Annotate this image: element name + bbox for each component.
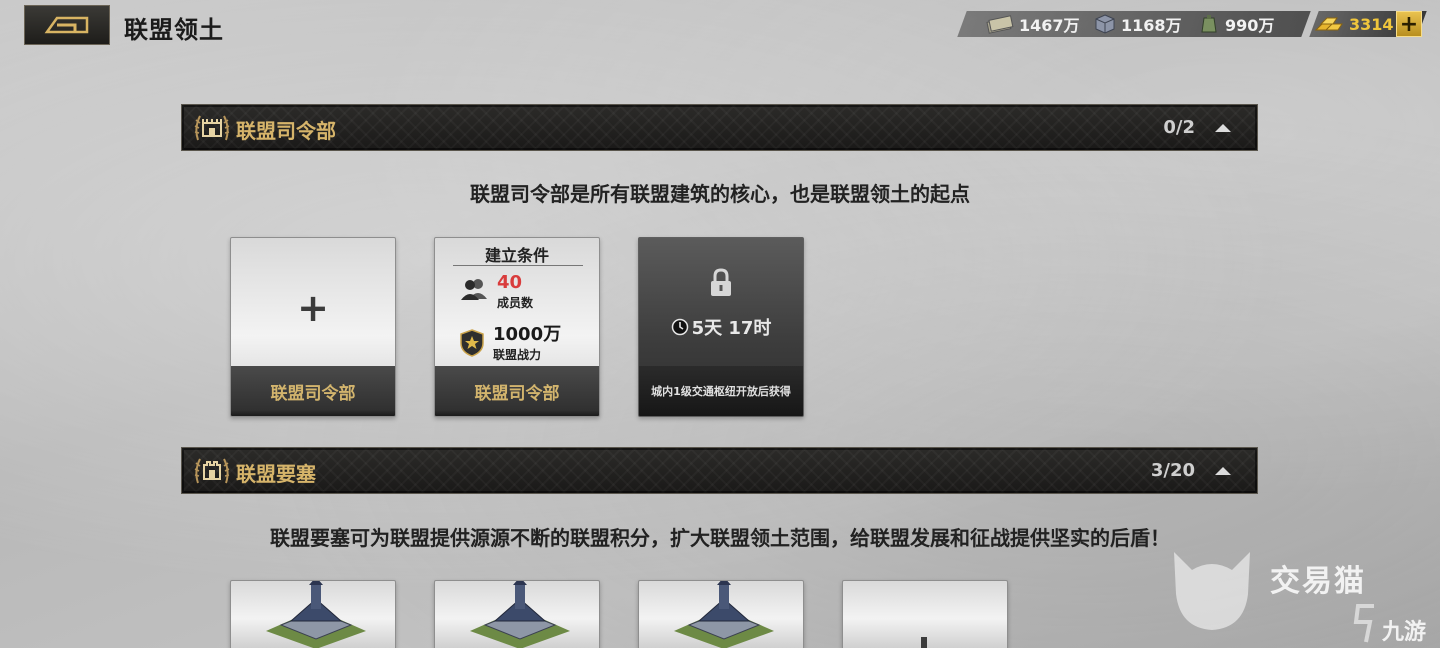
resource-steel[interactable]: 1168万	[1094, 11, 1182, 37]
resource-gold[interactable]: 3314	[1314, 11, 1394, 37]
collapse-arrow-icon[interactable]	[1213, 122, 1233, 134]
hq-emblem-icon	[194, 115, 230, 141]
plus-icon: +	[297, 286, 329, 330]
requirements-heading: 建立条件	[484, 246, 549, 265]
gold-value: 3314	[1349, 14, 1394, 34]
unlock-timer-text: 5天 17时	[691, 318, 772, 339]
hq-locked-card[interactable]: 5天 17时 城内1级交通枢纽开放后获得	[638, 237, 804, 417]
fortress-card[interactable]	[230, 580, 396, 648]
power-requirement: 1000万 联盟战力	[459, 326, 561, 363]
steel-value: 1168万	[1121, 16, 1182, 35]
fortress-emblem-icon	[194, 458, 230, 484]
divider	[453, 265, 583, 266]
fortress-building-icon	[470, 581, 570, 648]
section-title: 联盟司令部	[236, 119, 336, 143]
buy-gold-button[interactable]: +	[1396, 11, 1422, 37]
oil-value: 990万	[1225, 16, 1275, 35]
card-label: 联盟司令部	[435, 366, 599, 416]
hq-requirements-card[interactable]: 建立条件 40 成员数 1000万 联盟战力 联盟司令部	[434, 237, 600, 417]
section-count: 0/2	[1163, 117, 1195, 138]
lock-icon	[711, 268, 731, 296]
hq-add-card[interactable]: + 联盟司令部	[230, 237, 396, 417]
resource-oil[interactable]: 990万	[1198, 11, 1274, 37]
watermark-sub: 九游	[1382, 620, 1427, 645]
watermark-cat-icon	[1174, 552, 1250, 630]
section-description: 联盟司令部是所有联盟建筑的核心，也是联盟领土的起点	[470, 182, 970, 206]
fortress-card[interactable]	[434, 580, 600, 648]
oil-icon	[1201, 15, 1217, 33]
fortress-add-card[interactable]	[842, 580, 1008, 648]
back-arrow-icon	[44, 16, 89, 34]
watermark-brand: 交易猫	[1270, 564, 1366, 599]
card-label: 联盟司令部	[231, 366, 395, 416]
resource-cash[interactable]: 1467万	[986, 11, 1080, 37]
section-count: 3/20	[1150, 460, 1195, 481]
section-header-hq[interactable]: 联盟司令部 0/2	[181, 104, 1258, 151]
page-title: 联盟领土	[124, 16, 224, 44]
clock-icon	[671, 318, 688, 336]
steel-icon	[1095, 14, 1115, 34]
cash-value: 1467万	[1019, 16, 1080, 35]
power-badge-icon	[460, 329, 484, 357]
back-button[interactable]	[24, 5, 110, 45]
watermark-logo-icon	[1353, 604, 1374, 643]
fortress-building-icon	[266, 581, 366, 648]
unlock-timer: 5天 17时	[639, 314, 803, 340]
fortress-building-icon	[674, 581, 774, 648]
gold-bars-icon	[1314, 17, 1343, 31]
power-requirement-label: 联盟战力	[493, 348, 542, 362]
fortress-card[interactable]	[638, 580, 804, 648]
plus-icon	[921, 637, 927, 648]
collapse-arrow-icon[interactable]	[1213, 465, 1233, 477]
member-requirement-label: 成员数	[497, 296, 534, 310]
power-requirement-value: 1000万	[493, 324, 562, 345]
member-requirement-value: 40	[497, 272, 523, 293]
members-icon	[461, 279, 487, 300]
section-title: 联盟要塞	[236, 462, 316, 486]
cash-icon	[986, 15, 1014, 34]
section-header-fortress[interactable]: 联盟要塞 3/20	[181, 447, 1258, 494]
member-requirement: 40 成员数	[459, 274, 533, 311]
unlock-condition: 城内1级交通枢纽开放后获得	[639, 366, 803, 416]
